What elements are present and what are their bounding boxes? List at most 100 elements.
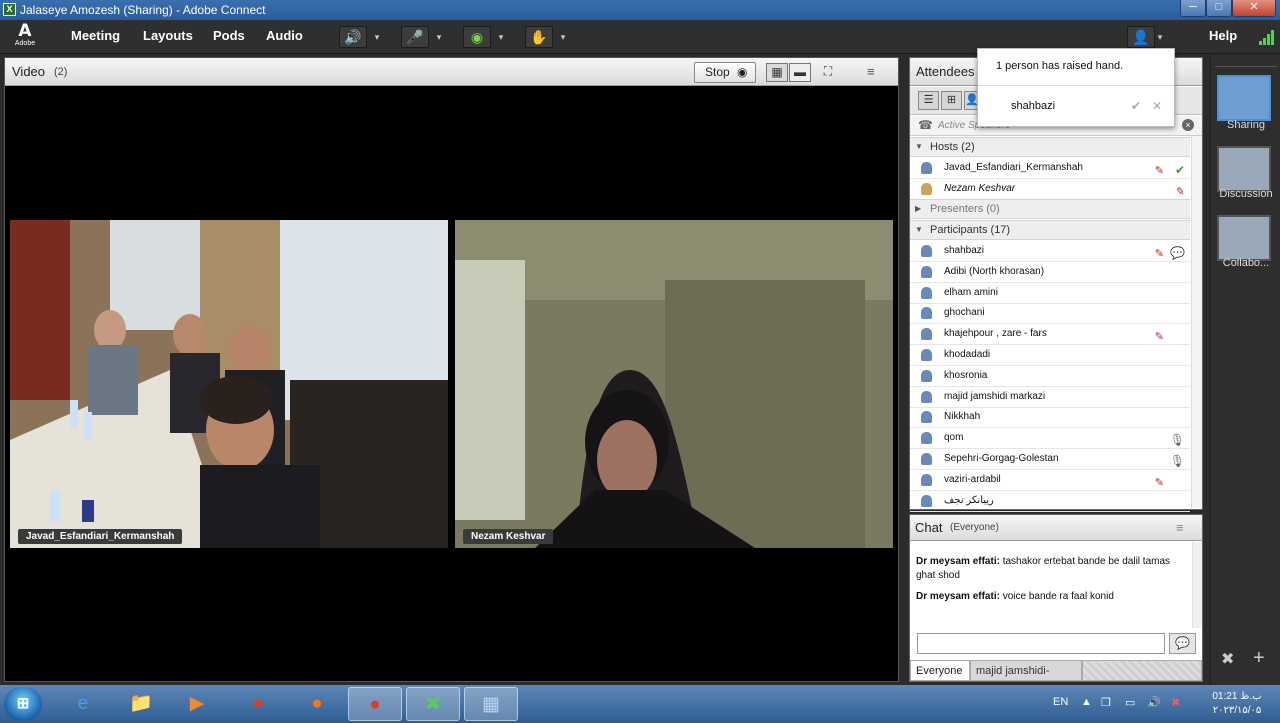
network-icon[interactable]: ▭ — [1125, 696, 1135, 709]
participant-row[interactable]: Adibi (North khorasan) — [910, 262, 1190, 283]
send-message-icon[interactable]: 💬 — [1169, 633, 1196, 654]
layout-sharing-label: Sharing — [1227, 119, 1265, 131]
action-center-icon[interactable]: ❐ — [1101, 696, 1111, 709]
chat-input[interactable] — [917, 633, 1165, 654]
layout-tools-icon[interactable]: ✖ — [1221, 649, 1234, 669]
participant-user-icon — [921, 494, 932, 507]
participant-row[interactable]: رییانکر نجف — [910, 491, 1190, 512]
volume-icon[interactable]: 🔊 — [1147, 696, 1161, 709]
participant-row[interactable]: vaziri-ardabil ✎ — [910, 470, 1190, 491]
participant-row[interactable]: qom 🎙 — [910, 428, 1190, 450]
layout-sharing[interactable] — [1217, 75, 1271, 121]
antivirus-icon[interactable]: ✖ — [1171, 696, 1180, 709]
accept-icon[interactable]: ✔ — [1131, 99, 1141, 113]
chat-pod-title: Chat — [915, 520, 943, 535]
camera-icon: ◉ — [737, 65, 748, 79]
chat-menu-icon[interactable]: ≡ — [1176, 520, 1184, 535]
menu-help[interactable]: Help — [1209, 28, 1237, 43]
chat-pod: Chat (Everyone) ≡ Dr meysam effati: tash… — [909, 514, 1203, 697]
presenters-section[interactable]: ▶ Presenters (0) — [910, 199, 1190, 219]
participant-row[interactable]: khodadadi — [910, 345, 1190, 366]
taskbar-internet-explorer-icon[interactable]: e — [56, 687, 110, 721]
participant-row[interactable]: majid jamshidi markazi — [910, 387, 1190, 408]
participants-section[interactable]: ▼ Participants (17) — [910, 220, 1190, 240]
attendee-status-icon: 🎙 — [1169, 454, 1185, 468]
chat-tab-private[interactable]: majid jamshidi-mar... — [970, 660, 1082, 697]
participant-row[interactable]: ghochani — [910, 303, 1190, 325]
attendee-name: khodadadi — [944, 349, 991, 360]
raise-hand-icon[interactable]: ✋ — [525, 26, 553, 48]
raise-hand-dropdown[interactable]: ▾ — [556, 26, 570, 48]
menu-meeting[interactable]: Meeting — [71, 28, 120, 43]
start-button[interactable]: ⊞ — [4, 687, 42, 721]
layout-discussion[interactable] — [1217, 146, 1271, 192]
status-dropdown[interactable]: ▾ — [1153, 26, 1167, 48]
stop-my-webcam-button[interactable]: Stop ◉ — [694, 62, 756, 83]
layout-collaboration[interactable] — [1217, 215, 1271, 261]
dismiss-icon[interactable]: ✕ — [1152, 99, 1162, 113]
adobe-logo: A Adobe — [14, 22, 36, 48]
participant-row[interactable]: Nikkhah — [910, 407, 1190, 429]
hosts-section[interactable]: ▼ Hosts (2) — [910, 137, 1190, 157]
participant-row[interactable]: elham amini — [910, 283, 1190, 304]
microphone-dropdown[interactable]: ▾ — [432, 26, 446, 48]
taskbar-control-panel-icon[interactable]: ▦ — [464, 687, 518, 721]
chat-scope: (Everyone) — [950, 522, 999, 533]
participant-user-icon — [921, 369, 932, 382]
video-tile-label: Nezam Keshvar — [463, 529, 554, 544]
speaker-dropdown[interactable]: ▾ — [370, 26, 384, 48]
taskbar-firefox-icon[interactable]: ● — [290, 687, 344, 721]
microphone-icon[interactable]: 🎤 — [401, 26, 429, 48]
webcam-dropdown[interactable]: ▾ — [494, 26, 508, 48]
video-pod-menu-icon[interactable]: ≡ — [867, 64, 875, 79]
taskbar-chrome-icon[interactable]: ● — [231, 687, 285, 721]
menu-audio[interactable]: Audio — [266, 28, 303, 43]
attendee-name: majid jamshidi markazi — [944, 390, 1046, 402]
show-hidden-icons-icon[interactable]: ▲ — [1081, 696, 1092, 708]
attendee-name: elham amini — [944, 286, 998, 298]
add-layout-icon[interactable]: + — [1253, 647, 1265, 670]
presenters-label: Presenters (0) — [930, 203, 1000, 215]
clock[interactable]: 01:21 ب.ظ ۲۰۲۳/۱۵/۰۵ — [1207, 690, 1267, 718]
attendee-name: Nezam Keshvar — [944, 183, 1016, 194]
window-title-bar[interactable]: X Jalaseye Amozesh (Sharing) - Adobe Con… — [0, 0, 1280, 20]
list-view-icon[interactable]: ☰ — [918, 91, 939, 110]
menu-pods[interactable]: Pods — [213, 28, 245, 43]
attendee-view-icon[interactable]: 👤 — [964, 91, 979, 110]
host-user-icon — [921, 183, 932, 195]
maximize-button[interactable]: □ — [1206, 0, 1232, 17]
menu-layouts[interactable]: Layouts — [143, 28, 193, 43]
participant-row[interactable]: Sepehri-Gorgag-Golestan 🎙 — [910, 449, 1190, 470]
chat-scrollbar[interactable] — [1192, 542, 1202, 628]
close-window-button[interactable]: ✕ — [1232, 0, 1276, 17]
webcam-icon[interactable]: ◉ — [463, 26, 491, 48]
filmstrip-view-icon[interactable]: ▬ — [789, 63, 811, 82]
attendees-scrollbar[interactable] — [1191, 136, 1202, 508]
chat-tab-everyone[interactable]: Everyone — [910, 660, 970, 681]
language-indicator[interactable]: EN — [1053, 696, 1068, 708]
grid-view-icon[interactable]: ▦ — [766, 63, 788, 82]
taskbar-adobe-connect-icon[interactable]: ✖ — [406, 687, 460, 721]
participant-row[interactable]: khajehpour , zare - fars ✎ — [910, 324, 1190, 346]
participant-row[interactable]: shahbazi ✎ 💬 — [910, 241, 1190, 262]
status-icon[interactable]: 👤 — [1127, 26, 1155, 48]
minimize-button[interactable]: ─ — [1180, 0, 1206, 17]
taskbar-chrome-2-icon[interactable]: ● — [348, 687, 402, 721]
video-tile-nezam[interactable]: Nezam Keshvar — [455, 220, 893, 548]
taskbar-file-explorer-icon[interactable]: 📁 — [114, 687, 168, 721]
breakout-view-icon[interactable]: ⊞ — [941, 91, 962, 110]
close-speakers-icon[interactable]: × — [1182, 119, 1194, 131]
raised-hand-message: 1 person has raised hand. — [996, 60, 1124, 72]
collapse-icon: ▼ — [915, 142, 923, 151]
collapse-icon: ▼ — [915, 225, 923, 234]
host-row[interactable]: Javad_Esfandiari_Kermanshah ✎ ✔ — [910, 158, 1190, 179]
video-count: (2) — [54, 66, 68, 78]
participant-user-icon — [921, 286, 932, 299]
clock-time: 01:21 ب.ظ — [1212, 691, 1262, 702]
fullscreen-icon[interactable]: ⛶ — [817, 63, 839, 82]
speaker-icon[interactable]: 🔊 — [339, 26, 367, 48]
host-row[interactable]: Nezam Keshvar ✎ — [910, 179, 1190, 200]
video-tile-javad[interactable]: Javad_Esfandiari_Kermanshah — [10, 220, 448, 548]
taskbar-media-player-icon[interactable]: ▶ — [170, 687, 224, 721]
participant-row[interactable]: khosronia — [910, 366, 1190, 387]
